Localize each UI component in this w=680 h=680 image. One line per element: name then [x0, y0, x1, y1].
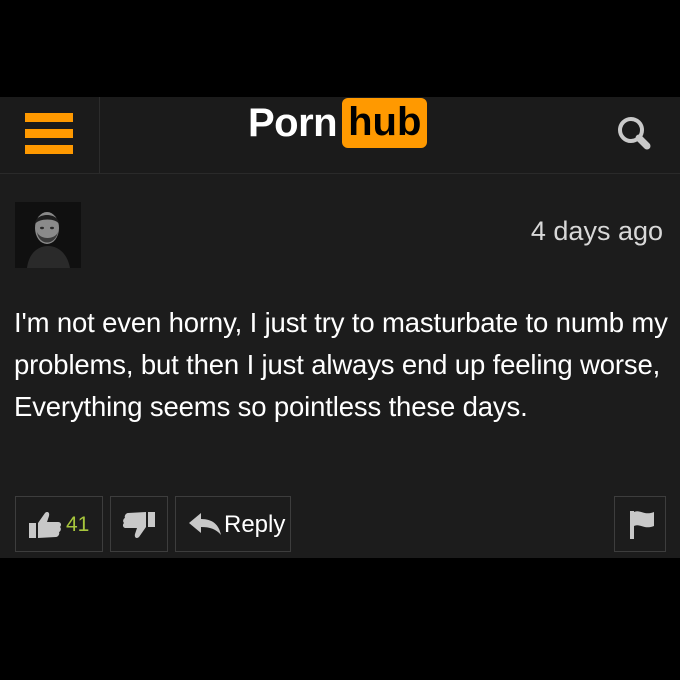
menu-button[interactable]: [0, 97, 100, 173]
reply-button[interactable]: Reply: [175, 496, 291, 552]
flag-button[interactable]: [614, 496, 666, 552]
reply-label: Reply: [224, 511, 286, 538]
flag-icon: [628, 509, 656, 546]
logo-text-hub: hub: [342, 98, 428, 148]
user-avatar[interactable]: [15, 202, 81, 268]
comment-body: I'm not even horny, I just try to mastur…: [14, 307, 668, 422]
dislike-button[interactable]: [110, 496, 168, 552]
site-logo[interactable]: Porn hub: [248, 97, 428, 149]
search-icon: [618, 117, 651, 150]
like-count: 41: [66, 513, 90, 536]
thumbs-down-icon: [122, 510, 156, 545]
comment-card: 4 days ago I'm not even horny, I just tr…: [0, 174, 680, 558]
logo-text-porn: Porn: [248, 100, 338, 145]
avatar-image: [15, 202, 81, 268]
comment-timestamp: 4 days ago: [530, 216, 663, 246]
reply-arrow-icon: [188, 511, 222, 542]
search-button[interactable]: [610, 109, 660, 159]
like-button[interactable]: 41: [15, 496, 103, 552]
site-header: Porn hub: [0, 97, 680, 174]
thumbs-up-icon: [28, 510, 62, 545]
